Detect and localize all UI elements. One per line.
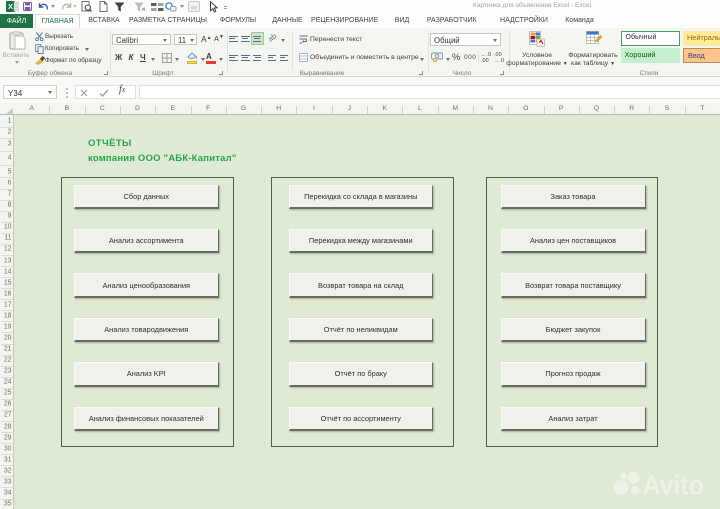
svg-text:X: X bbox=[8, 2, 13, 11]
svg-text:Avito: Avito bbox=[643, 469, 705, 500]
